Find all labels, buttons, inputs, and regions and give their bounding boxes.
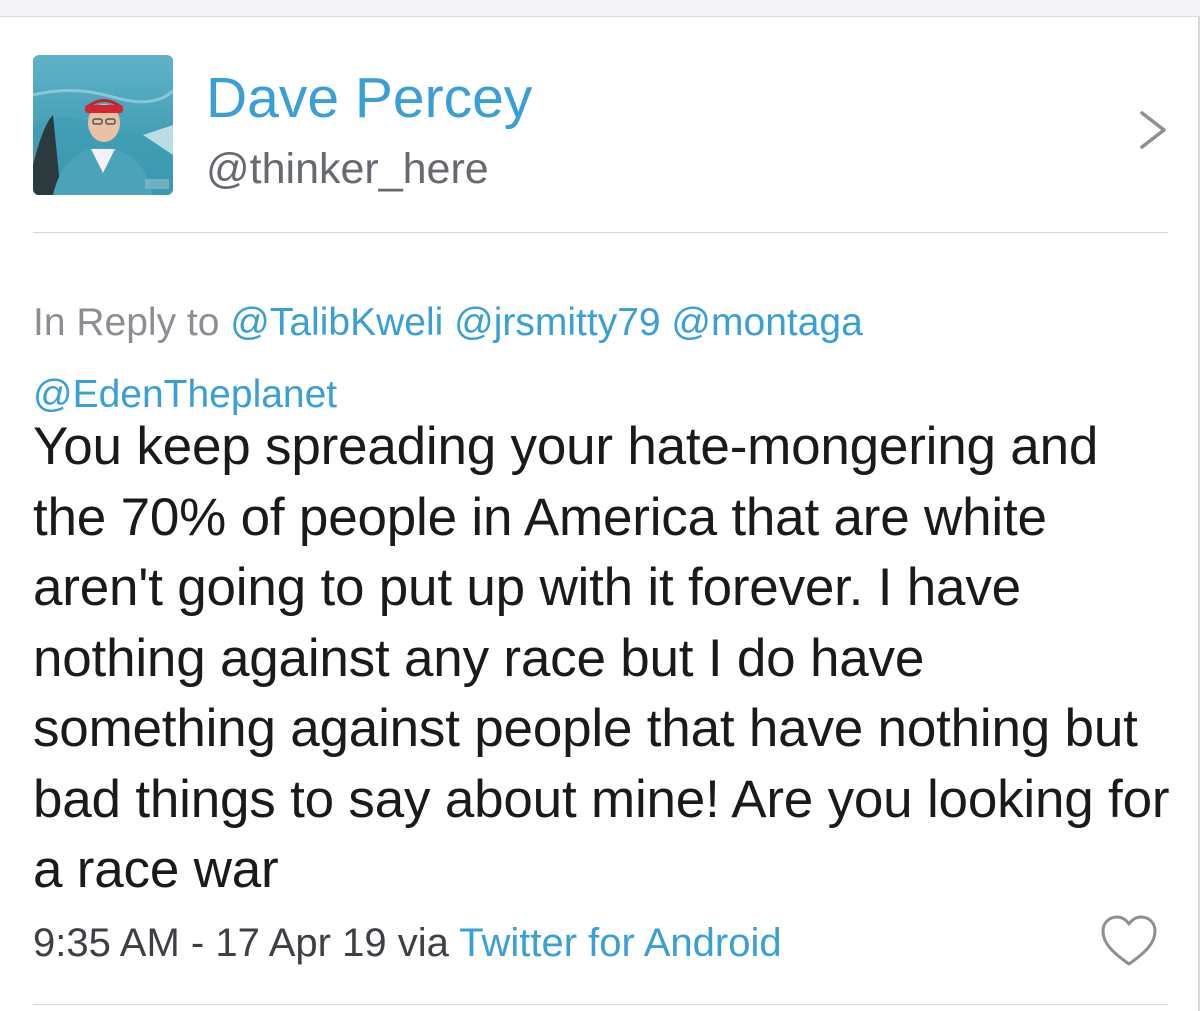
author-display-name[interactable]: Dave Percey [206,65,532,131]
chevron-right-icon[interactable] [1136,105,1170,155]
tweet-text: You keep spreading your hate-mongering a… [33,417,1170,899]
meta-separator: - [190,921,205,965]
author-handle: @thinker_here [206,145,489,193]
tweet-date: 17 Apr 19 [215,921,387,965]
avatar[interactable] [33,55,173,195]
mention-link[interactable]: @jrsmitty79 [454,301,660,344]
tweet-time: 9:35 AM [33,921,180,965]
via-label: via [397,921,449,965]
divider [33,1004,1168,1005]
top-edge [0,0,1200,17]
author-row[interactable]: Dave Percey @thinker_here [0,17,1198,233]
heart-outline-icon[interactable] [1098,912,1160,970]
tweet-detail-page: Dave Percey @thinker_here In Reply to @T… [0,0,1200,1011]
tweet-meta: 9:35 AM - 17 Apr 19 via Twitter for Andr… [33,917,782,969]
mention-link[interactable]: @montaga [671,301,862,344]
divider [33,232,1168,233]
mention-link[interactable]: @EdenTheplanet [33,373,337,416]
reply-prefix: In Reply to [33,301,220,344]
mention-link[interactable]: @TalibKweli [230,301,443,344]
reply-context: In Reply to @TalibKweli @jrsmitty79 @mon… [33,287,1153,431]
client-link[interactable]: Twitter for Android [459,921,781,965]
